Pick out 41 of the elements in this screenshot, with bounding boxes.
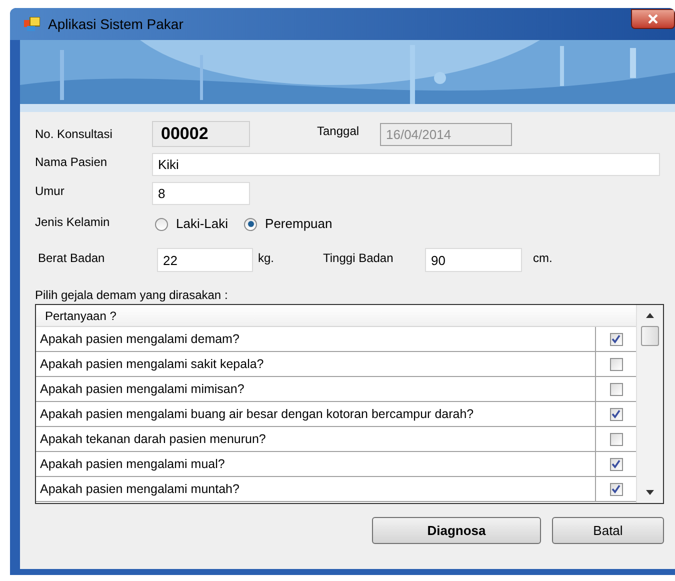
scrollbar[interactable]: [636, 305, 663, 503]
scrollbar-thumb[interactable]: [641, 326, 659, 346]
field-label: Nama Pasien: [35, 154, 108, 170]
checkbox[interactable]: [610, 458, 622, 470]
field-label: Jenis Kelamin: [35, 214, 111, 231]
checkbox[interactable]: [610, 432, 622, 446]
question-cell: Apakah pasien mengalami demam?: [36, 327, 596, 351]
age-field[interactable]: 8: [152, 182, 250, 205]
scroll-up-icon[interactable]: [646, 313, 654, 318]
action-button[interactable]: Diagnosa: [372, 517, 541, 544]
radio-option[interactable]: Laki-Laki: [155, 214, 228, 234]
field-label: Umur: [35, 182, 66, 200]
field-label: No. Konsultasi: [35, 126, 114, 143]
close-button[interactable]: [631, 9, 675, 29]
patient-name-field[interactable]: Kiki: [152, 153, 660, 176]
weight-field[interactable]: 22: [157, 248, 253, 272]
checkbox[interactable]: [610, 482, 622, 496]
consultation-number-field[interactable]: 00002: [152, 121, 250, 147]
app-icon: [24, 17, 40, 31]
unit-label: kg.: [258, 250, 276, 267]
height-field[interactable]: 90: [425, 248, 522, 272]
radio-option[interactable]: Perempuan: [244, 214, 332, 234]
action-button[interactable]: Batal: [552, 517, 664, 544]
question-cell: Apakah tekanan darah pasien menurun?: [36, 427, 596, 451]
scroll-down-icon[interactable]: [646, 490, 654, 495]
unit-label: cm.: [533, 250, 552, 267]
question-cell: Apakah pasien mengalami buang air besar dengan kotoran bercampur darah?: [36, 402, 596, 426]
caption-text: Pilih gejala demam yang dirasakan :: [35, 287, 229, 304]
question-cell: Apakah pasien mengalami mual?: [36, 452, 596, 476]
checkbox[interactable]: [610, 382, 622, 396]
close-icon: [648, 14, 658, 24]
question-cell: Apakah pasien mengalami muntah?: [36, 477, 596, 501]
field-label: Tinggi Badan: [323, 250, 394, 267]
question-cell: Apakah pasien mengalami mimisan?: [36, 377, 596, 401]
checkbox[interactable]: [610, 358, 622, 370]
checkbox[interactable]: [610, 332, 622, 346]
question-cell: Apakah pasien mengalami sakit kepala?: [36, 352, 596, 376]
window-title: Aplikasi Sistem Pakar: [48, 14, 184, 34]
field-label: Tanggal: [317, 123, 360, 140]
field-label: Berat Badan: [38, 250, 106, 267]
checkbox[interactable]: [610, 408, 622, 420]
